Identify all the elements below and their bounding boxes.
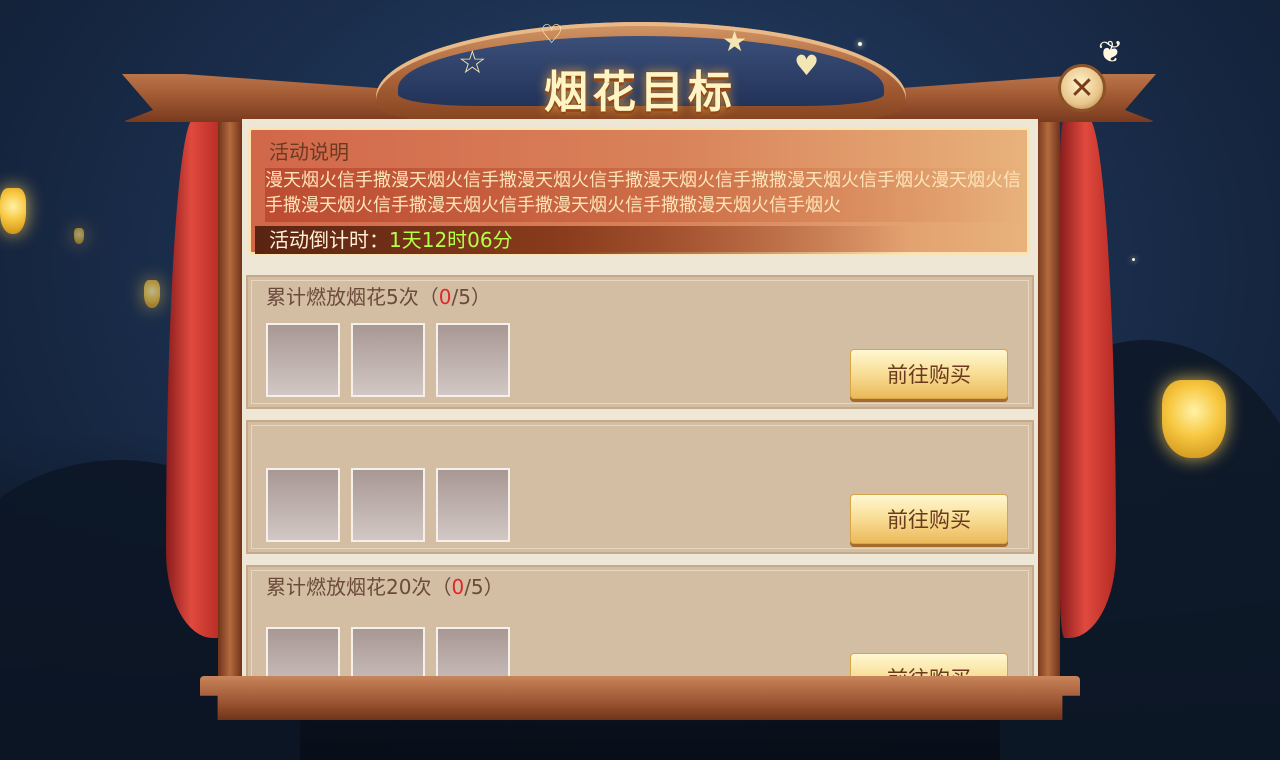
activity-description: 活动说明 漫天烟火信手撒漫天烟火信手撒漫天烟火信手撒漫天烟火信手撒撒漫天烟火信手… xyxy=(248,127,1030,255)
task-progress-current: 0 xyxy=(438,285,452,309)
task-progress-total: /5） xyxy=(451,285,491,309)
go-buy-button[interactable]: 前往购买 xyxy=(850,653,1008,677)
dove-icon: ❦ xyxy=(1098,35,1124,70)
go-buy-button[interactable]: 前往购买 xyxy=(850,494,1008,544)
reward-slot[interactable] xyxy=(436,468,510,542)
content-panel: 活动说明 漫天烟火信手撒漫天烟火信手撒漫天烟火信手撒漫天烟火信手撒撒漫天烟火信手… xyxy=(242,119,1038,677)
reward-slot[interactable] xyxy=(436,627,510,677)
task-progress-total: /5） xyxy=(464,575,504,599)
task-title: 累计燃放烟花5次（0/5） xyxy=(266,281,491,310)
description-text: 漫天烟火信手撒漫天烟火信手撒漫天烟火信手撒漫天烟火信手撒撒漫天烟火信手烟火漫天烟… xyxy=(265,168,1021,222)
curtain-right xyxy=(1060,118,1116,638)
reward-slot[interactable] xyxy=(351,627,425,677)
task-item: 累计燃放烟花5次（0/5） 前往购买 xyxy=(246,275,1034,409)
description-heading: 活动说明 xyxy=(269,140,349,164)
reward-slot[interactable] xyxy=(266,323,340,397)
frame-base xyxy=(200,676,1080,720)
close-button[interactable]: ✕ xyxy=(1058,64,1106,112)
reward-slot[interactable] xyxy=(266,627,340,677)
countdown-bar: 活动倒计时：1天12时06分 xyxy=(255,226,1025,254)
countdown-value: 1天12时06分 xyxy=(389,228,513,252)
task-item: 累计燃放烟花20次（0/5） 前往购买 xyxy=(246,565,1034,677)
sky-star xyxy=(1132,258,1135,261)
reward-slot[interactable] xyxy=(351,323,425,397)
heart-filled-icon: ♥ xyxy=(794,49,820,82)
sky-lantern xyxy=(0,188,26,234)
reward-slot[interactable] xyxy=(436,323,510,397)
go-buy-button[interactable]: 前往购买 xyxy=(850,349,1008,399)
close-icon: ✕ xyxy=(1069,70,1095,106)
countdown-label: 活动倒计时： xyxy=(269,228,389,252)
sky-lantern xyxy=(144,280,160,308)
sky-star xyxy=(858,42,862,46)
star-filled-icon: ★ xyxy=(722,25,748,58)
window-title: 烟花目标 xyxy=(544,67,736,118)
reward-slot[interactable] xyxy=(351,468,425,542)
curtain-left xyxy=(166,118,222,638)
task-title-text: 累计燃放烟花20次（ xyxy=(266,575,452,599)
pillar-right xyxy=(1036,118,1060,688)
task-progress-current: 0 xyxy=(451,575,465,599)
task-item: 前往购买 xyxy=(246,420,1034,554)
pillar-left xyxy=(218,118,242,688)
task-title-text: 累计燃放烟花5次（ xyxy=(266,285,439,309)
star-outline-icon: ☆ xyxy=(458,43,487,81)
task-title: 累计燃放烟花20次（0/5） xyxy=(266,571,504,600)
sky-lantern xyxy=(74,228,84,244)
sky-lantern xyxy=(1162,380,1226,458)
heart-outline-icon: ♡ xyxy=(540,20,564,50)
reward-slot[interactable] xyxy=(266,468,340,542)
